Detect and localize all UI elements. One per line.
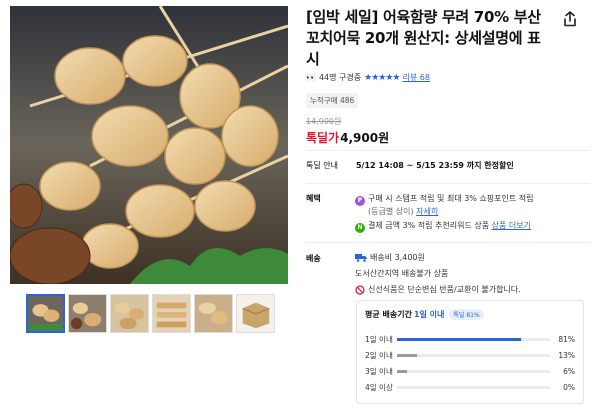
thumbnail-5[interactable] [194, 294, 233, 333]
review-link[interactable]: 리뷰 68 [402, 72, 429, 83]
sale-label: 톡딜가 [306, 131, 340, 145]
delivery-row-fill [397, 369, 407, 373]
delivery-row-bar [397, 369, 550, 373]
delivery-badge: 톡딜 81% [449, 309, 484, 320]
delivery-row: 1일 이내 81% [365, 331, 575, 347]
shipping-fee-line: 배송비 3,400원 [355, 252, 425, 263]
delivery-title: 평균 배송기간 1일 이내 톡딜 81% [365, 309, 575, 320]
delivery-row-pct: 0% [563, 382, 575, 392]
sale-price-row: 톡딜가 4,900원 [306, 129, 389, 146]
delivery-row: 4일 이상 0% [365, 379, 575, 395]
benefit-stamp-text: 구매 시 스탬프 적립 및 최대 3% 쇼핑포인트 적립 [368, 194, 534, 203]
fresh-notice-line: 신선식품은 단순변심 반품/교환이 불가합니다. [355, 284, 521, 295]
fresh-notice-text: 신선식품은 단순변심 반품/교환이 불가합니다. [368, 285, 521, 294]
thumbnail-1[interactable] [26, 294, 65, 333]
deal-notice: 톡딜 안내 5/12 14:08 ~ 5/15 23:59 까지 한정할인 [306, 160, 514, 171]
delivery-row-fill [397, 337, 521, 341]
delivery-row: 2일 이내 13% [365, 347, 575, 363]
benefit-stamp: P 구매 시 스탬프 적립 및 최대 3% 쇼핑포인트 적립 (등급별 상이) 자… [355, 193, 585, 218]
delivery-row-pct: 6% [563, 366, 575, 376]
point-coin-icon: P [355, 196, 365, 206]
share-icon [564, 11, 576, 27]
rating-stars: ★★★★★ [364, 72, 400, 83]
delivery-row-pct: 81% [558, 334, 575, 344]
share-button[interactable] [557, 6, 583, 32]
purchase-count-badge: 누적구매 486 [306, 93, 359, 108]
shipping-fee: 배송비 3,400원 [370, 253, 425, 262]
delivery-title-highlight: 1일 이내 [413, 310, 445, 319]
viewer-count: 44명 구경중 [318, 73, 362, 82]
sale-price: 4,900원 [340, 131, 390, 145]
delivery-time-box: 평균 배송기간 1일 이내 톡딜 81% 1일 이내 81% 2일 이내 13%… [356, 300, 584, 404]
shipping-restriction: 도서산간지역 배송불가 상품 [355, 269, 449, 278]
delivery-row-label: 2일 이내 [365, 350, 393, 360]
review-row: 👀 44명 구경중 ★★★★★ 리뷰 68 [306, 72, 430, 83]
deal-notice-label: 톡딜 안내 [306, 161, 338, 170]
delivery-row-bar [397, 353, 550, 357]
benefit-reward-text: 결제 금액 3% 적립 추천리워드 상품 [368, 221, 490, 230]
delivery-row-bar [397, 385, 550, 389]
thumbnail-strip [26, 294, 275, 333]
benefit-reward: N 결제 금액 3% 적립 추천리워드 상품 상품 더보기 [355, 220, 531, 233]
delivery-row-label: 3일 이내 [365, 366, 393, 376]
benefit-stamp-sub: (등급별 상이) [368, 207, 414, 216]
prohibited-icon [355, 284, 365, 295]
thumbnail-6[interactable] [236, 294, 275, 333]
deal-notice-period: 5/12 14:08 ~ 5/15 23:59 까지 한정할인 [355, 161, 514, 170]
divider [306, 150, 590, 151]
delivery-row-bar [397, 337, 550, 341]
reward-coin-icon: N [355, 223, 365, 233]
main-product-image [10, 6, 288, 284]
delivery-rows: 1일 이내 81% 2일 이내 13% 3일 이내 6% 4일 이상 0% [365, 331, 575, 395]
eyes-icon: 👀 [306, 73, 316, 82]
original-price: 14,900원 [306, 117, 342, 126]
delivery-row-label: 1일 이내 [365, 334, 393, 344]
delivery-row-fill [397, 353, 418, 357]
delivery-row-label: 4일 이상 [365, 382, 393, 392]
delivery-row-pct: 13% [558, 350, 575, 360]
shipping-label: 배송 [306, 254, 321, 263]
thumbnail-4[interactable] [152, 294, 191, 333]
product-title: [임박 세일] 어육함량 무려 70% 부산 꼬치어묵 20개 원산지: 상세설… [306, 8, 541, 68]
benefit-detail-link[interactable]: 자세히 [416, 207, 438, 216]
delivery-title-prefix: 평균 배송기간 [365, 310, 412, 319]
divider [306, 183, 590, 184]
more-products-link[interactable]: 상품 더보기 [492, 221, 531, 230]
delivery-row: 3일 이내 6% [365, 363, 575, 379]
benefits-label: 혜택 [306, 194, 321, 203]
divider [306, 242, 590, 243]
thumbnail-3[interactable] [110, 294, 149, 333]
truck-icon [355, 254, 367, 262]
thumbnail-2[interactable] [68, 294, 107, 333]
